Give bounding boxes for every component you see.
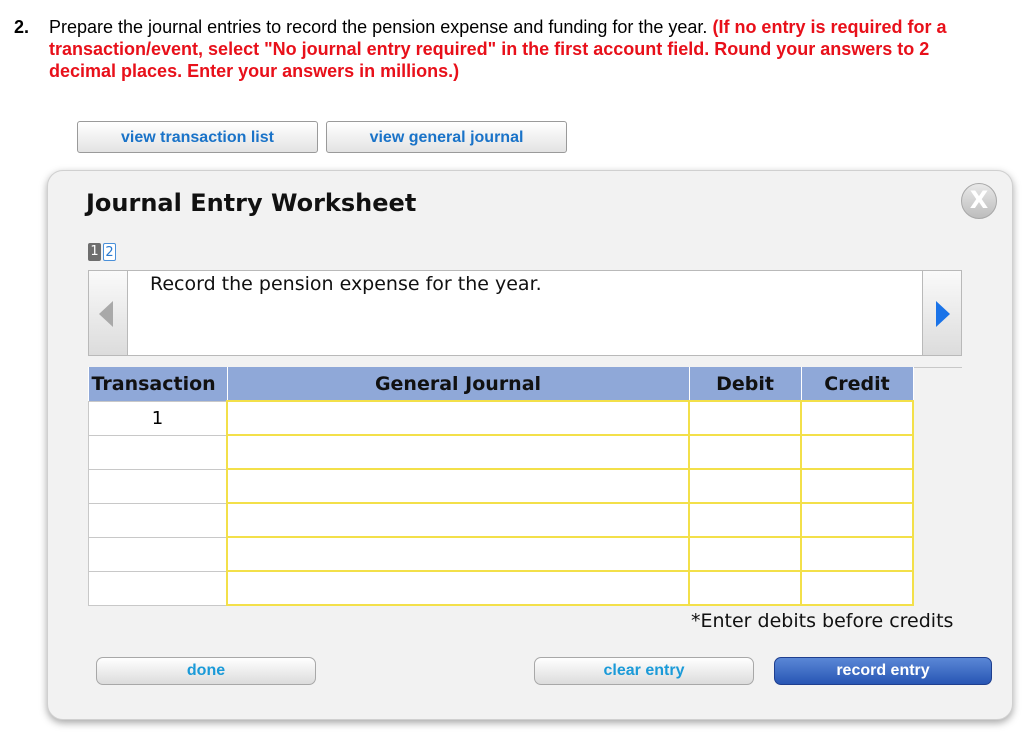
previous-button[interactable] bbox=[89, 271, 128, 355]
view-general-journal-button[interactable]: view general journal bbox=[326, 121, 567, 153]
debit-field[interactable] bbox=[688, 536, 802, 572]
journal-table: Transaction General Journal Debit Credit… bbox=[88, 367, 914, 606]
debit-field[interactable] bbox=[688, 502, 802, 538]
table-row: 1 bbox=[88, 400, 914, 436]
table-row bbox=[88, 434, 914, 470]
credit-field[interactable] bbox=[800, 400, 914, 436]
header-divider bbox=[910, 367, 962, 368]
view-transaction-list-button[interactable]: view transaction list bbox=[77, 121, 318, 153]
credit-field[interactable] bbox=[800, 570, 914, 606]
account-field[interactable] bbox=[226, 468, 690, 504]
close-icon[interactable]: X bbox=[961, 183, 997, 219]
debit-field[interactable] bbox=[688, 434, 802, 470]
debit-field[interactable] bbox=[688, 570, 802, 606]
transaction-cell bbox=[88, 434, 228, 470]
transaction-cell: 1 bbox=[88, 400, 228, 436]
arrow-left-icon bbox=[99, 301, 113, 327]
page-selector: 1 2 bbox=[88, 243, 116, 261]
credit-field[interactable] bbox=[800, 502, 914, 538]
instruction-text: Record the pension expense for the year. bbox=[150, 273, 542, 295]
clear-entry-button[interactable]: clear entry bbox=[534, 657, 754, 685]
header-debit: Debit bbox=[689, 367, 802, 401]
question-prompt: Prepare the journal entries to record th… bbox=[49, 17, 708, 37]
account-field[interactable] bbox=[226, 570, 690, 606]
credit-field[interactable] bbox=[800, 468, 914, 504]
worksheet-title: Journal Entry Worksheet bbox=[86, 189, 417, 217]
debits-note: *Enter debits before credits bbox=[691, 610, 954, 632]
table-row bbox=[88, 570, 914, 606]
done-button[interactable]: done bbox=[96, 657, 316, 685]
record-entry-button[interactable]: record entry bbox=[774, 657, 992, 685]
transaction-cell bbox=[88, 502, 228, 538]
credit-field[interactable] bbox=[800, 536, 914, 572]
transaction-cell bbox=[88, 468, 228, 504]
header-general-journal: General Journal bbox=[227, 367, 690, 401]
credit-field[interactable] bbox=[800, 434, 914, 470]
table-row bbox=[88, 468, 914, 504]
transaction-cell bbox=[88, 536, 228, 572]
header-credit: Credit bbox=[801, 367, 914, 401]
account-field[interactable] bbox=[226, 502, 690, 538]
account-field[interactable] bbox=[226, 434, 690, 470]
transaction-cell bbox=[88, 570, 228, 606]
table-row bbox=[88, 536, 914, 572]
page-1-tab[interactable]: 1 bbox=[88, 243, 101, 261]
question-number: 2. bbox=[14, 17, 30, 37]
header-transaction: Transaction bbox=[88, 367, 228, 401]
debit-field[interactable] bbox=[688, 468, 802, 504]
arrow-right-icon bbox=[936, 301, 950, 327]
next-button[interactable] bbox=[922, 271, 961, 355]
instruction-box: Record the pension expense for the year. bbox=[88, 270, 962, 356]
table-row bbox=[88, 502, 914, 538]
account-field[interactable] bbox=[226, 536, 690, 572]
page-2-tab[interactable]: 2 bbox=[103, 243, 116, 261]
journal-entry-worksheet: Journal Entry Worksheet X 1 2 Record the… bbox=[47, 170, 1013, 720]
account-field[interactable] bbox=[226, 400, 690, 436]
debit-field[interactable] bbox=[688, 400, 802, 436]
question-text: Prepare the journal entries to record th… bbox=[49, 16, 999, 82]
